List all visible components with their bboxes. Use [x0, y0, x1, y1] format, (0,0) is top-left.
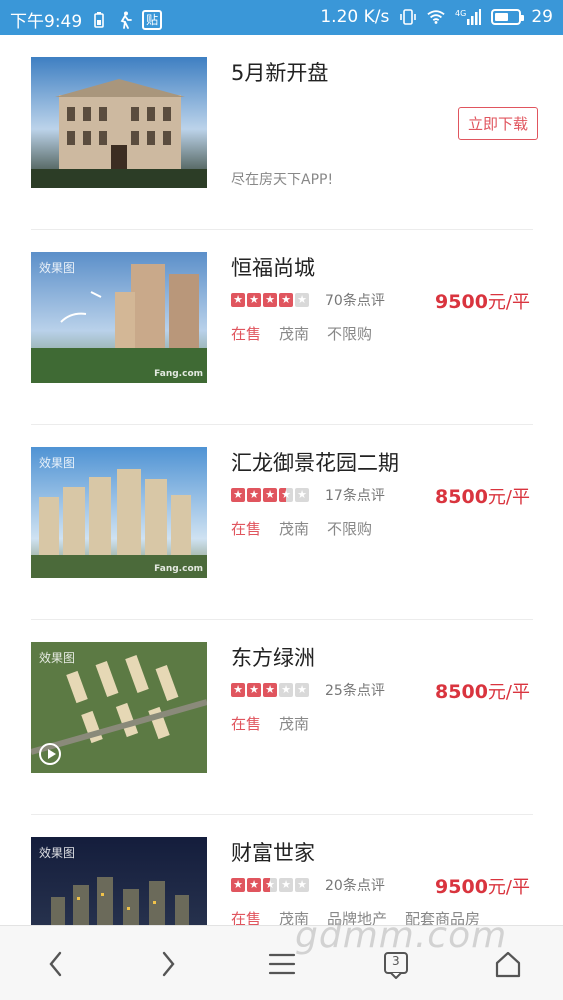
star-icon: [231, 682, 245, 698]
listing-thumbnail[interactable]: 效果图 Fang.com: [31, 447, 207, 578]
review-count: 17条点评: [325, 488, 385, 504]
star-rating: [231, 877, 309, 893]
star-icon: [295, 877, 309, 893]
back-arrow-icon[interactable]: [36, 944, 76, 984]
vibrate-icon: [399, 8, 417, 26]
battery-level: 29: [531, 7, 553, 27]
price-value: 8500: [435, 486, 488, 508]
price-value: 9500: [435, 876, 488, 898]
ad-title: 5月新开盘: [231, 61, 329, 85]
tag-status: 在售: [231, 715, 262, 733]
listing-price: 8500元/平: [435, 678, 530, 704]
signal-4g-icon: 4G: [455, 8, 482, 26]
listing-rating: 20条点评: [231, 875, 385, 895]
star-icon: [279, 292, 293, 308]
listing-thumbnail[interactable]: 效果图: [31, 642, 207, 773]
star-icon: [295, 487, 309, 503]
ad-item[interactable]: 5月新开盘 立即下载 尽在房天下APP!: [31, 35, 538, 230]
listing-tags: 在售 茂南: [231, 713, 309, 734]
star-icon: [247, 877, 261, 893]
status-time: 下午9:49: [10, 12, 83, 32]
star-icon: [263, 682, 277, 698]
star-icon: [231, 877, 245, 893]
listing-item[interactable]: 效果图 财富世家 20条点评 9500元/平 在售 茂南 品牌地产 配套商品房: [31, 815, 533, 925]
review-count: 70条点评: [325, 293, 385, 309]
tag-district: 茂南: [279, 715, 310, 733]
listing-thumbnail[interactable]: 效果图 Fang.com: [31, 252, 207, 383]
tag-feature: 不限购: [327, 520, 373, 538]
image-tag: 效果图: [39, 651, 76, 665]
star-icon: [247, 292, 261, 308]
listing-tags: 在售 茂南 不限购: [231, 323, 372, 344]
listing-rating: 17条点评: [231, 485, 385, 505]
battery-saver-icon: [90, 11, 108, 29]
play-video-icon[interactable]: [39, 743, 61, 765]
star-rating: [231, 292, 309, 308]
image-tag: 效果图: [39, 456, 76, 470]
listing-feed: 5月新开盘 立即下载 尽在房天下APP! 效果图 Fang.com 恒福尚城 ★…: [0, 35, 563, 925]
star-icon: [295, 292, 309, 308]
star-icon: [231, 487, 245, 503]
star-rating: [231, 487, 309, 503]
tieba-icon: 贴: [142, 9, 163, 30]
network-speed: 1.20 K/s: [320, 7, 390, 27]
star-icon: [263, 487, 277, 503]
svg-text:4G: 4G: [455, 9, 466, 18]
price-unit: 元/平: [487, 292, 530, 313]
listing-thumbnail[interactable]: 效果图: [31, 837, 207, 925]
tag-feature: 不限购: [327, 325, 373, 343]
status-bar: 下午9:49 贴 1.20 K/s 4G 29: [0, 0, 563, 35]
image-watermark: Fang.com: [154, 564, 203, 574]
listing-price: 8500元/平: [435, 483, 530, 509]
listing-price: 9500元/平: [435, 873, 530, 899]
image-watermark: Fang.com: [154, 369, 203, 379]
tag-status: 在售: [231, 325, 262, 343]
tag-status: 在售: [231, 910, 262, 925]
tag-district: 茂南: [279, 520, 310, 538]
price-unit: 元/平: [487, 682, 530, 703]
review-count: 20条点评: [325, 878, 385, 894]
star-icon: [279, 682, 293, 698]
battery-icon: [491, 9, 525, 25]
listing-item[interactable]: 效果图 Fang.com 汇龙御景花园二期 17条点评 8500元/平 在售 茂…: [31, 425, 533, 620]
listing-item[interactable]: 效果图 Fang.com 恒福尚城 70条点评 9500元/平 在售 茂南 不限…: [31, 230, 533, 425]
ad-subtitle: 尽在房天下APP!: [231, 172, 334, 188]
image-tag: 效果图: [39, 261, 76, 275]
star-icon: [247, 487, 261, 503]
price-value: 8500: [435, 681, 488, 703]
forward-arrow-icon[interactable]: [148, 944, 188, 984]
site-watermark: gdmm.com: [295, 915, 508, 956]
listing-item[interactable]: 效果图 东方绿洲 25条点评 8500元/平 在售 茂南: [31, 620, 533, 815]
tag-district: 茂南: [279, 325, 310, 343]
star-icon: [279, 487, 293, 503]
download-app-button[interactable]: 立即下载: [457, 107, 538, 140]
star-icon: [279, 877, 293, 893]
tab-count: 3: [392, 954, 400, 968]
star-icon: [295, 682, 309, 698]
wifi-icon: [427, 8, 446, 26]
star-icon: [247, 682, 261, 698]
image-tag: 效果图: [39, 846, 76, 860]
listing-rating: 70条点评: [231, 290, 385, 310]
review-count: 25条点评: [325, 683, 385, 699]
tag-status: 在售: [231, 520, 262, 538]
listing-name: 汇龙御景花园二期: [231, 451, 399, 475]
listing-price: 9500元/平: [435, 288, 530, 314]
price-unit: 元/平: [487, 877, 530, 898]
price-unit: 元/平: [487, 487, 530, 508]
listing-rating: 25条点评: [231, 680, 385, 700]
listing-name: 东方绿洲: [231, 646, 315, 670]
price-value: 9500: [435, 291, 488, 313]
walking-icon: [116, 11, 134, 29]
star-icon: [263, 877, 277, 893]
listing-tags: 在售 茂南 不限购: [231, 518, 372, 539]
star-icon: [263, 292, 277, 308]
listing-name: 恒福尚城: [231, 256, 315, 280]
star-icon: [231, 292, 245, 308]
ad-thumbnail[interactable]: [31, 57, 207, 188]
listing-name: 财富世家: [231, 841, 315, 865]
star-rating: [231, 682, 309, 698]
